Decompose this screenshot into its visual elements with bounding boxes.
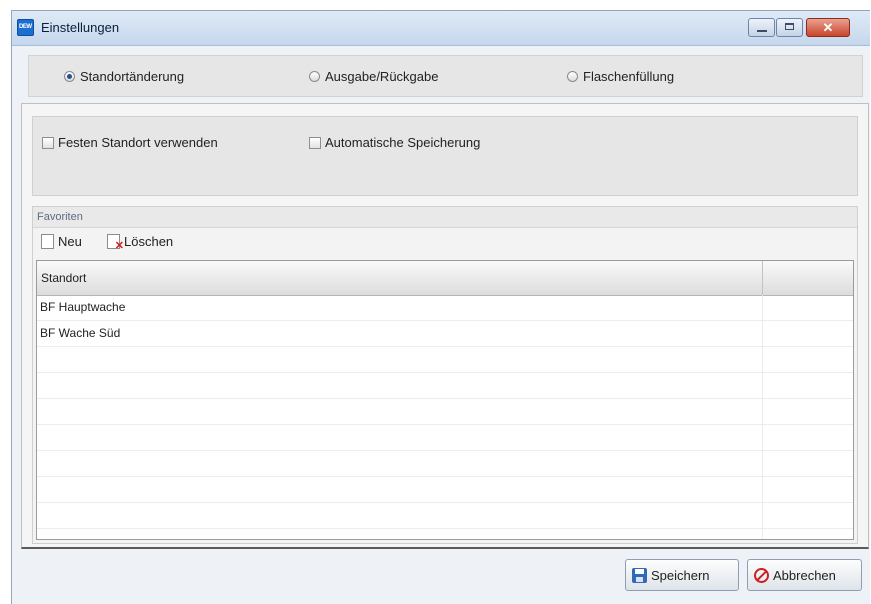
cancel-button[interactable]: Abbrechen xyxy=(747,559,862,591)
fixed-location-checkbox[interactable]: Festen Standort verwenden xyxy=(42,135,218,150)
radio-selected-indicator xyxy=(64,71,75,82)
radio-ausgabe-rueckgabe[interactable]: Ausgabe/Rückgabe xyxy=(309,69,438,84)
new-button[interactable]: Neu xyxy=(41,234,82,249)
empty-row xyxy=(37,399,853,425)
window-title: Einstellungen xyxy=(41,20,120,35)
close-button[interactable]: ✕ xyxy=(806,18,850,37)
new-document-icon xyxy=(41,234,54,249)
auto-save-checkbox[interactable]: Automatische Speicherung xyxy=(309,135,480,150)
radio-indicator xyxy=(309,71,320,82)
radio-label: Standortänderung xyxy=(80,69,185,84)
cell-standort: BF Hauptwache xyxy=(40,300,126,314)
cancel-label: Abbrechen xyxy=(773,567,836,583)
maximize-button[interactable] xyxy=(776,18,803,37)
favorites-panel: Favoriten Neu ✕ Löschen Standort BF Haup… xyxy=(32,206,858,544)
floppy-disk-icon xyxy=(632,567,647,583)
radio-label: Ausgabe/Rückgabe xyxy=(325,69,439,84)
empty-row xyxy=(37,477,853,503)
checkbox-label: Festen Standort verwenden xyxy=(58,135,218,150)
close-icon: ✕ xyxy=(822,20,834,35)
checkbox-label: Automatische Speicherung xyxy=(325,135,481,150)
checkbox-indicator xyxy=(309,136,321,149)
empty-row xyxy=(37,347,853,373)
favorites-toolbar: Neu ✕ Löschen xyxy=(33,228,857,258)
new-label: Neu xyxy=(58,234,82,249)
column-header-standort[interactable]: Standort xyxy=(41,271,86,285)
maximize-icon xyxy=(785,23,794,30)
radio-flaschenfuellung[interactable]: Flaschenfüllung xyxy=(567,69,674,84)
minimize-button[interactable] xyxy=(748,18,775,37)
settings-panel: Festen Standort verwenden Automatische S… xyxy=(21,103,869,549)
delete-button[interactable]: ✕ Löschen xyxy=(107,234,174,252)
favorites-table: Standort BF Hauptwache BF Wache Süd xyxy=(36,260,854,540)
radio-standortaenderung[interactable]: Standortänderung xyxy=(64,69,184,84)
cell-standort: BF Wache Süd xyxy=(40,326,121,340)
radio-label: Flaschenfüllung xyxy=(583,69,675,84)
table-header: Standort xyxy=(37,261,853,296)
save-label: Speichern xyxy=(651,567,710,583)
cancel-icon xyxy=(754,567,769,583)
title-bar[interactable]: DEW Einstellungen ✕ xyxy=(12,11,870,46)
checkbox-indicator xyxy=(42,136,54,149)
options-box: Festen Standort verwenden Automatische S… xyxy=(32,116,858,196)
app-icon-text: DEW xyxy=(19,24,32,30)
minimize-icon xyxy=(757,30,767,32)
table-row[interactable]: BF Wache Süd xyxy=(37,321,853,347)
favorites-header: Favoriten xyxy=(33,207,857,228)
delete-label: Löschen xyxy=(124,234,174,249)
empty-row xyxy=(37,503,853,529)
save-button[interactable]: Speichern xyxy=(625,559,739,591)
empty-row xyxy=(37,425,853,451)
mode-radio-group: Standortänderung Ausgabe/Rückgabe Flasch… xyxy=(28,55,863,97)
table-row[interactable]: BF Hauptwache xyxy=(37,295,853,321)
column-separator xyxy=(762,261,763,295)
settings-window: DEW Einstellungen ✕ Standortänderung Aus… xyxy=(11,10,870,604)
empty-row xyxy=(37,451,853,477)
empty-row xyxy=(37,373,853,399)
delete-document-icon: ✕ xyxy=(107,234,124,252)
app-icon: DEW xyxy=(17,19,34,36)
radio-indicator xyxy=(567,71,578,82)
